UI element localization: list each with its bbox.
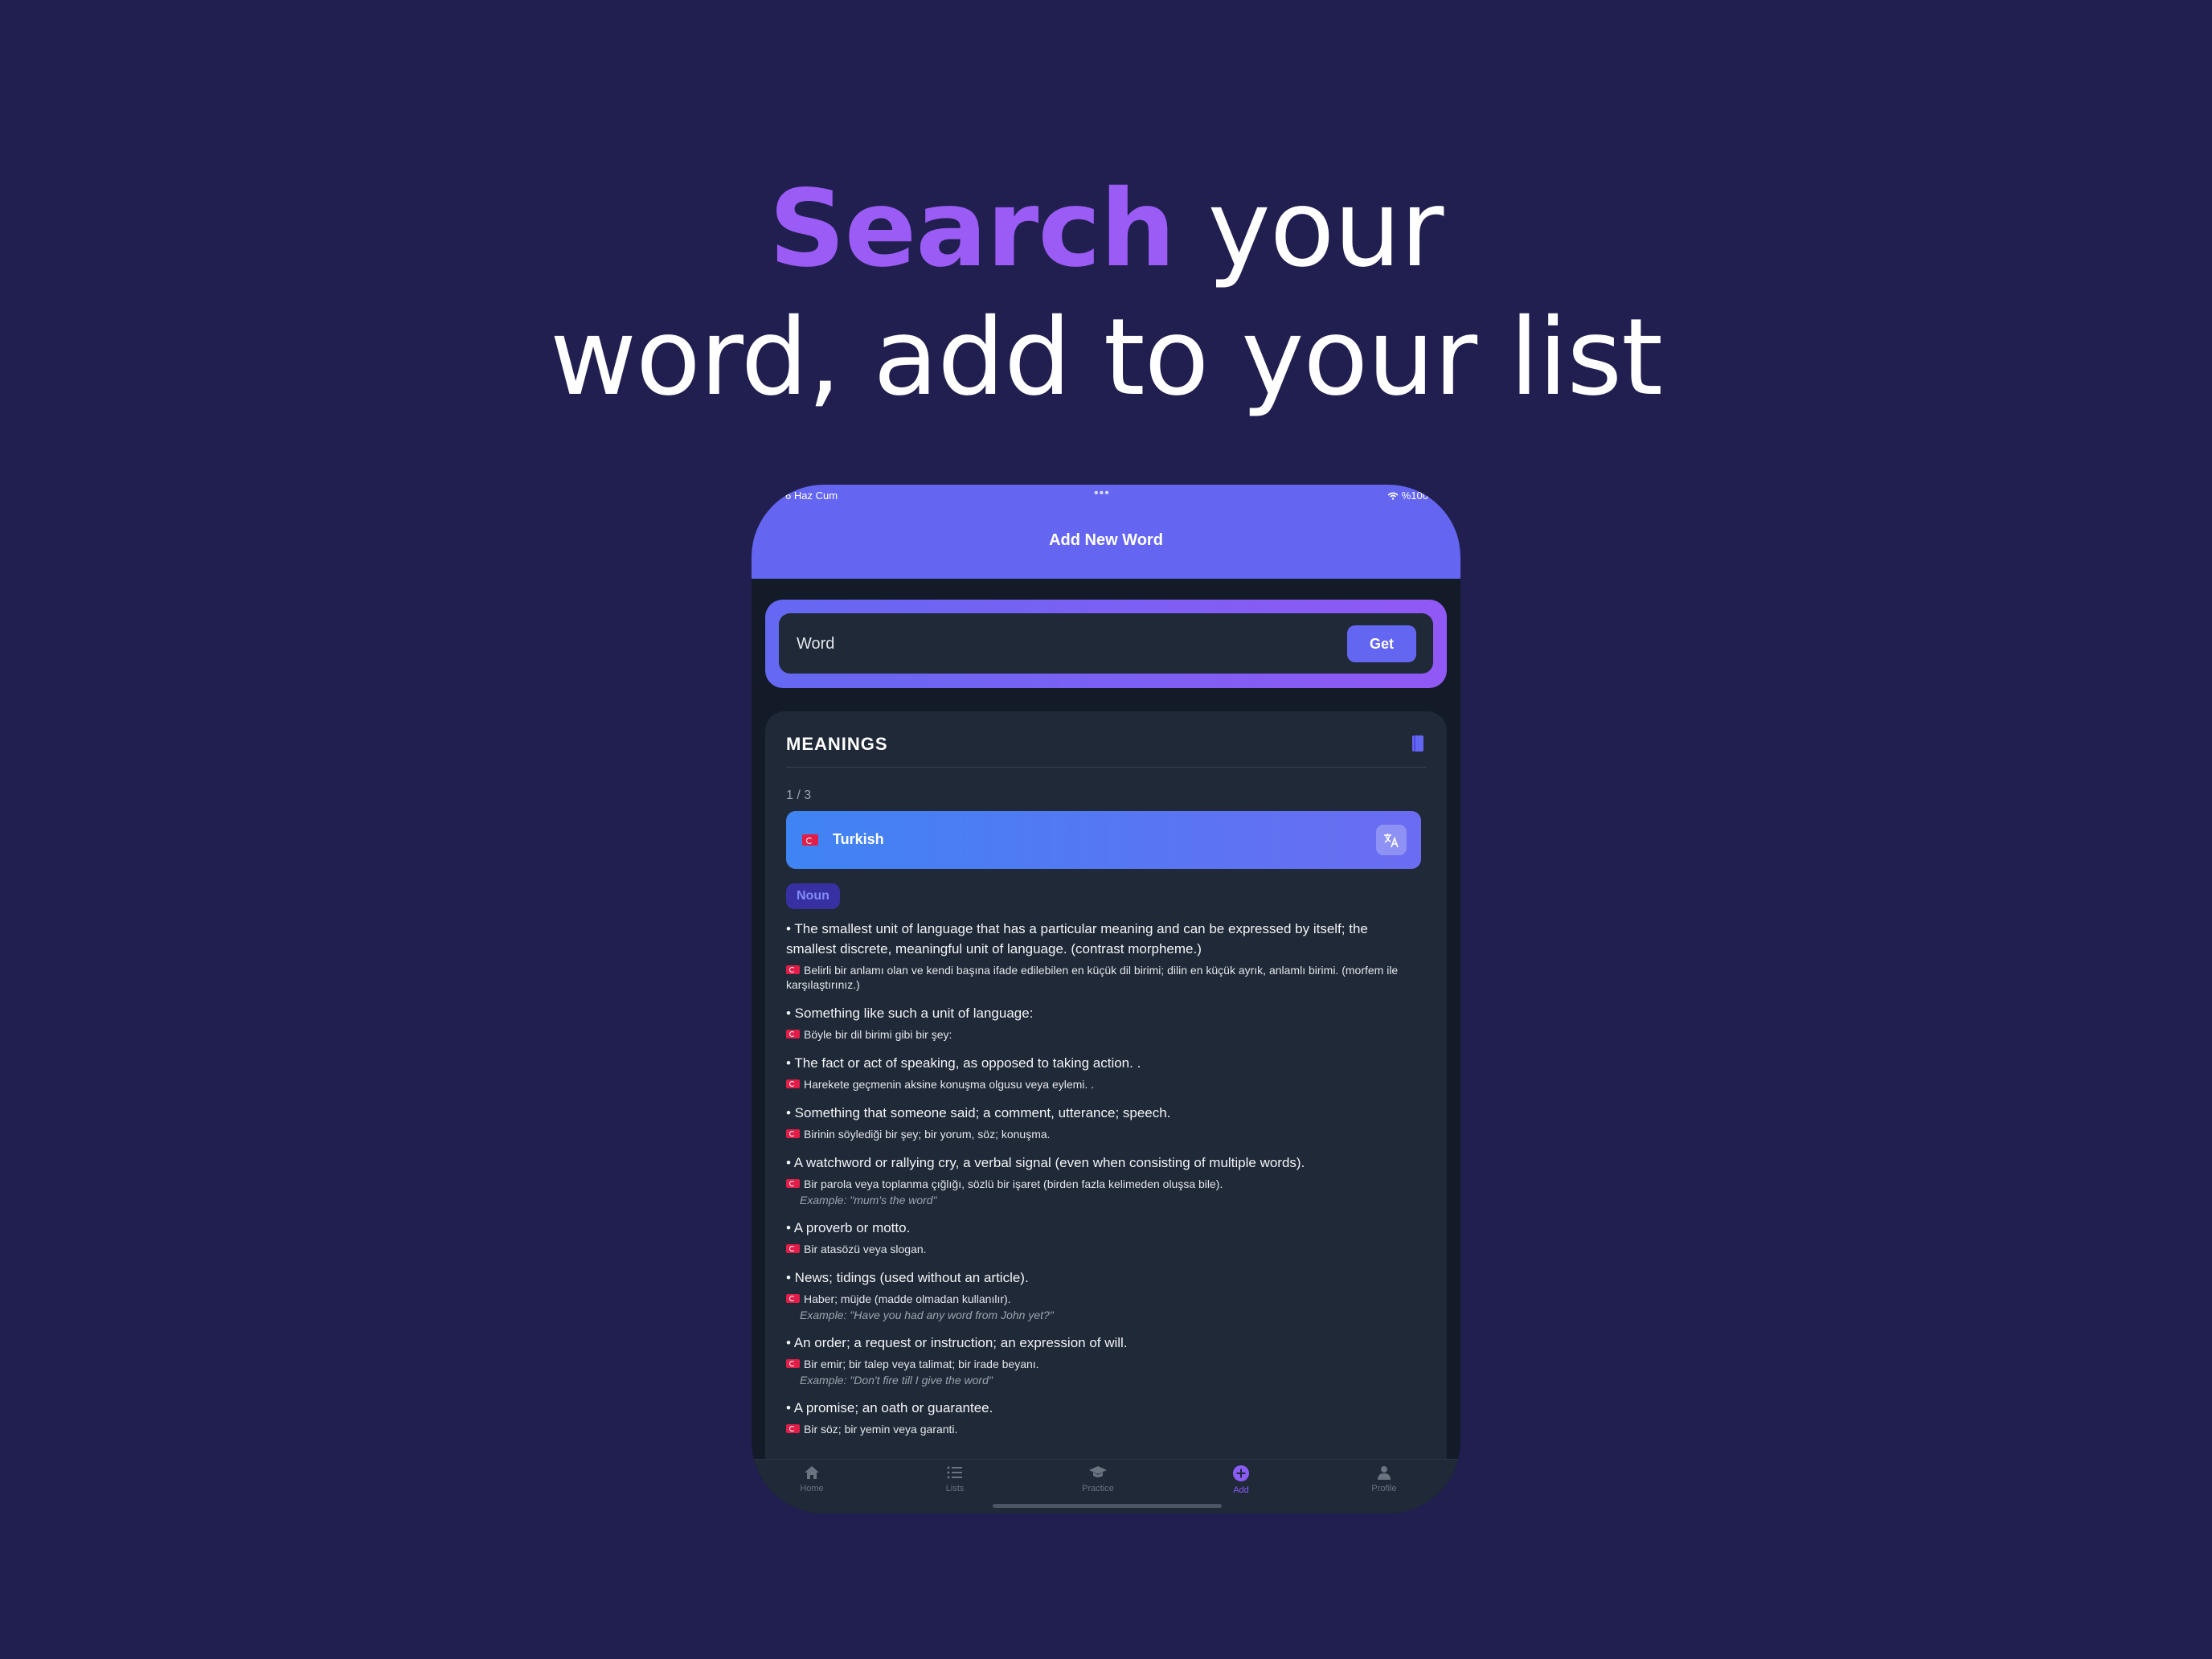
meaning-item: • Something like such a unit of language… — [786, 1003, 1421, 1042]
translation-value: Bir söz; bir yemin veya garanti. — [804, 1423, 958, 1436]
headline-line-2: word, add to your list — [550, 296, 1663, 420]
turkey-flag-icon — [786, 1424, 800, 1433]
page-title: Add New Word — [1049, 531, 1163, 549]
book-icon[interactable] — [1411, 735, 1424, 752]
translation-value: Böyle bir dil birimi gibi bir şey: — [804, 1028, 952, 1041]
definition-text: • Something like such a unit of language… — [786, 1006, 1034, 1021]
meaning-item: • The fact or act of speaking, as oppose… — [786, 1053, 1421, 1092]
graduation-cap-icon — [1089, 1466, 1107, 1477]
turkey-flag-icon — [786, 1030, 800, 1038]
turkey-flag-icon — [786, 1129, 800, 1138]
tab-lists[interactable]: Lists — [907, 1464, 1003, 1493]
turkey-flag-icon — [802, 834, 818, 846]
search-box: Get — [779, 613, 1433, 674]
definition-text: • A promise; an oath or guarantee. — [786, 1400, 993, 1415]
meanings-title: MEANINGS — [786, 734, 888, 754]
status-date: 6 Haz Cum — [785, 490, 838, 502]
turkey-flag-icon — [786, 1359, 800, 1368]
definition-text: • A watchword or rallying cry, a verbal … — [786, 1155, 1305, 1170]
meaning-item: • News; tidings (used without an article… — [786, 1268, 1421, 1321]
definition-text: • The smallest unit of language that has… — [786, 921, 1368, 956]
status-battery: %100 — [1387, 490, 1428, 502]
translation-text: Haber; müjde (madde olmadan kullanılır). — [786, 1292, 1421, 1306]
translation-text: Böyle bir dil birimi gibi bir şey: — [786, 1027, 1421, 1042]
meaning-item: • The smallest unit of language that has… — [786, 919, 1421, 992]
turkey-flag-icon — [786, 1079, 800, 1088]
tab-profile[interactable]: Profile — [1336, 1464, 1432, 1493]
turkey-flag-icon — [786, 1294, 800, 1303]
definition-text: • A proverb or motto. — [786, 1220, 911, 1235]
headline-accent: Search — [768, 167, 1176, 291]
example-text: Example: "mum's the word" — [800, 1194, 937, 1206]
get-button[interactable]: Get — [1347, 625, 1416, 662]
example-text: Example: "Have you had any word from Joh… — [800, 1309, 1054, 1321]
tab-label: Lists — [945, 1484, 965, 1493]
translation-value: Haber; müjde (madde olmadan kullanılır). — [804, 1292, 1011, 1305]
translation-value: Birinin söylediği bir şey; bir yorum, sö… — [804, 1128, 1051, 1141]
translation-text: Bir emir; bir talep veya talimat; bir ir… — [786, 1357, 1421, 1371]
translate-button[interactable] — [1376, 825, 1407, 855]
turkey-flag-icon — [786, 1244, 800, 1253]
meaning-item: • A proverb or motto. Bir atasözü veya s… — [786, 1218, 1421, 1256]
top-bar: 6 Haz Cum ••• %100 Add New Word — [752, 485, 1460, 579]
turkey-flag-icon — [786, 965, 800, 974]
meaning-item: • A watchword or rallying cry, a verbal … — [786, 1153, 1421, 1206]
battery-percent: %100 — [1401, 490, 1428, 502]
translation-value: Bir atasözü veya slogan. — [804, 1243, 927, 1256]
multitasking-dots-icon[interactable]: ••• — [1094, 486, 1110, 501]
home-icon — [805, 1466, 819, 1479]
definition-text: • The fact or act of speaking, as oppose… — [786, 1055, 1141, 1071]
tab-add[interactable]: Add — [1193, 1464, 1289, 1495]
meaning-item: • A promise; an oath or guarantee. Bir s… — [786, 1398, 1421, 1436]
tab-practice[interactable]: Practice — [1050, 1464, 1146, 1493]
translation-value: Bir emir; bir talep veya talimat; bir ir… — [804, 1358, 1039, 1370]
meaning-item: • Something that someone said; a comment… — [786, 1103, 1421, 1141]
meanings-list: • The smallest unit of language that has… — [786, 919, 1421, 1448]
plus-circle-icon — [1233, 1465, 1249, 1481]
tab-label: Add — [1233, 1485, 1249, 1495]
headline-line-1: Search your — [0, 165, 2212, 293]
translation-text: Harekete geçmenin aksine konuşma olgusu … — [786, 1077, 1421, 1092]
definition-text: • News; tidings (used without an article… — [786, 1270, 1029, 1285]
translation-text: Birinin söylediği bir şey; bir yorum, sö… — [786, 1127, 1421, 1141]
home-indicator[interactable] — [993, 1504, 1222, 1508]
translation-text: Bir atasözü veya slogan. — [786, 1242, 1421, 1256]
turkey-flag-icon — [786, 1179, 800, 1188]
wifi-icon — [1387, 492, 1399, 500]
meaning-item: • An order; a request or instruction; an… — [786, 1333, 1421, 1387]
tab-label: Profile — [1371, 1484, 1397, 1493]
translation-text: Bir söz; bir yemin veya garanti. — [786, 1422, 1421, 1436]
page-counter: 1 / 3 — [786, 789, 812, 802]
tab-label: Practice — [1082, 1484, 1114, 1493]
translation-text: Bir parola veya toplanma çığlığı, sözlü … — [786, 1177, 1421, 1191]
language-label: Turkish — [833, 831, 884, 847]
definition-text: • An order; a request or instruction; an… — [786, 1335, 1128, 1350]
meanings-card: MEANINGS 1 / 3 Turkish Noun • The smalle… — [765, 711, 1447, 1514]
example-text: Example: "Don't fire till I give the wor… — [800, 1374, 993, 1387]
definition-text: • Something that someone said; a comment… — [786, 1105, 1171, 1120]
device-screen: 6 Haz Cum ••• %100 Add New Word Get MEAN… — [752, 485, 1460, 1514]
translation-value: Belirli bir anlamı olan ve kendi başına … — [786, 964, 1399, 991]
word-input[interactable] — [795, 629, 1296, 658]
translation-value: Bir parola veya toplanma çığlığı, sözlü … — [804, 1178, 1223, 1190]
translate-icon — [1384, 834, 1399, 848]
translation-text: Belirli bir anlamı olan ve kendi başına … — [786, 963, 1421, 992]
translation-value: Harekete geçmenin aksine konuşma olgusu … — [804, 1078, 1095, 1091]
tab-home[interactable]: Home — [764, 1464, 860, 1493]
language-bar[interactable]: Turkish — [786, 811, 1421, 869]
headline: Search your word, add to your list — [0, 165, 2212, 422]
person-icon — [1378, 1466, 1391, 1480]
part-of-speech-badge: Noun — [786, 883, 840, 909]
divider — [786, 767, 1426, 768]
headline-rest: your — [1174, 167, 1444, 291]
search-container: Get — [765, 600, 1447, 688]
list-icon — [947, 1466, 962, 1479]
tab-label: Home — [800, 1484, 824, 1493]
